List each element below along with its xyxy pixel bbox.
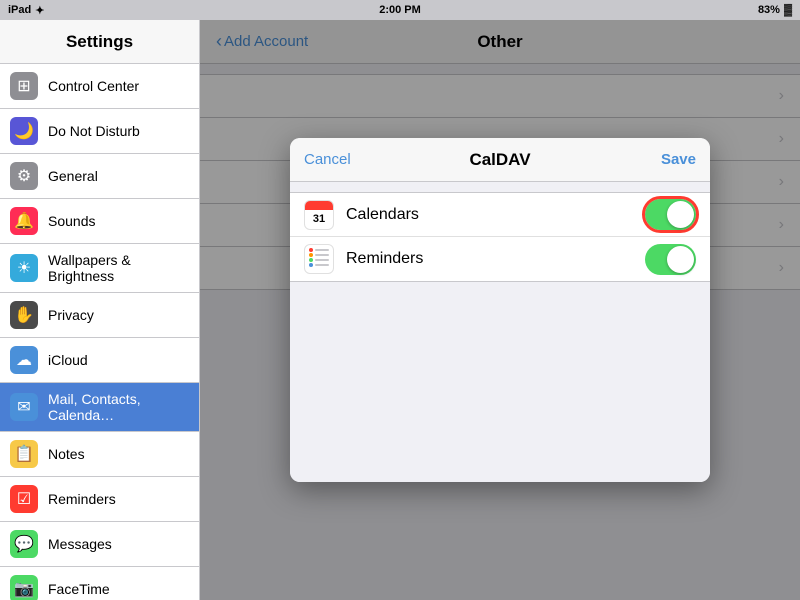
sidebar: Settings ⊞ Control Center 🌙 Do Not Distu… xyxy=(0,20,200,600)
status-time: 2:00 PM xyxy=(379,4,421,16)
reminders-app-icon xyxy=(304,244,334,274)
toggle-row-calendars: 31 Calendars xyxy=(290,193,710,237)
reminder-bar-3 xyxy=(315,259,329,261)
privacy-icon: ✋ xyxy=(10,301,38,329)
reminders-label: Reminders xyxy=(346,250,645,268)
modal-header: Cancel CalDAV Save xyxy=(290,138,710,182)
calendars-label: Calendars xyxy=(346,206,645,224)
sidebar-item-facetime[interactable]: 📷 FaceTime xyxy=(0,567,199,600)
cal-icon-body: 31 xyxy=(305,210,333,229)
caldav-modal: Cancel CalDAV Save 31 Calendars xyxy=(290,138,710,482)
facetime-icon: 📷 xyxy=(10,575,38,600)
battery-icon: ▓ xyxy=(784,4,792,16)
mail-icon: ✉ xyxy=(10,393,38,421)
calendars-app-icon: 31 xyxy=(304,200,334,230)
status-ipad-label: iPad xyxy=(8,4,31,16)
sidebar-label-sounds: Sounds xyxy=(48,213,95,229)
general-icon: ⚙ xyxy=(10,162,38,190)
reminder-line-2 xyxy=(309,253,329,256)
status-bar: iPad ✦ 2:00 PM 83% ▓ xyxy=(0,0,800,20)
sidebar-item-privacy[interactable]: ✋ Privacy xyxy=(0,293,199,338)
calendars-toggle-knob xyxy=(667,201,694,228)
wallpaper-icon: ☀ xyxy=(10,254,38,282)
modal-overlay: Cancel CalDAV Save 31 Calendars xyxy=(200,20,800,600)
sidebar-label-control-center: Control Center xyxy=(48,78,139,94)
sidebar-label-reminders: Reminders xyxy=(48,491,116,507)
status-left: iPad ✦ xyxy=(8,4,44,17)
sounds-icon: 🔔 xyxy=(10,207,38,235)
reminder-bar-2 xyxy=(315,254,329,256)
reminder-dot-4 xyxy=(309,263,313,267)
sidebar-item-do-not-disturb[interactable]: 🌙 Do Not Disturb xyxy=(0,109,199,154)
main-layout: Settings ⊞ Control Center 🌙 Do Not Distu… xyxy=(0,20,800,600)
cal-icon-header xyxy=(305,201,333,210)
control-center-icon: ⊞ xyxy=(10,72,38,100)
sidebar-title: Settings xyxy=(0,20,199,64)
sidebar-label-notes: Notes xyxy=(48,446,85,462)
sidebar-item-general[interactable]: ⚙ General xyxy=(0,154,199,199)
sidebar-item-reminders[interactable]: ☑ Reminders xyxy=(0,477,199,522)
reminders-toggle-knob xyxy=(667,246,694,273)
sidebar-label-general: General xyxy=(48,168,98,184)
sidebar-item-sounds[interactable]: 🔔 Sounds xyxy=(0,199,199,244)
modal-title: CalDAV xyxy=(469,150,530,170)
messages-icon: 💬 xyxy=(10,530,38,558)
sidebar-item-mail[interactable]: ✉ Mail, Contacts, Calenda… xyxy=(0,383,199,432)
toggle-row-reminders: Reminders xyxy=(290,237,710,281)
battery-label: 83% xyxy=(758,4,780,16)
reminder-dot-3 xyxy=(309,258,313,262)
reminder-dot-2 xyxy=(309,253,313,257)
sidebar-label-mail: Mail, Contacts, Calenda… xyxy=(48,391,189,423)
reminder-dot-1 xyxy=(309,248,313,252)
sidebar-label-wallpaper: Wallpapers & Brightness xyxy=(48,252,189,284)
modal-save-button[interactable]: Save xyxy=(661,151,696,168)
sidebar-label-privacy: Privacy xyxy=(48,307,94,323)
reminder-bar-1 xyxy=(315,249,329,251)
modal-body: 31 Calendars xyxy=(290,182,710,482)
wifi-icon: ✦ xyxy=(35,4,44,17)
sidebar-item-wallpaper[interactable]: ☀ Wallpapers & Brightness xyxy=(0,244,199,293)
reminder-line-3 xyxy=(309,258,329,261)
sidebar-item-icloud[interactable]: ☁ iCloud xyxy=(0,338,199,383)
sidebar-label-do-not-disturb: Do Not Disturb xyxy=(48,123,140,139)
sidebar-label-facetime: FaceTime xyxy=(48,581,110,597)
sidebar-label-icloud: iCloud xyxy=(48,352,88,368)
reminder-line-4 xyxy=(309,263,329,266)
reminder-line-1 xyxy=(309,248,329,251)
notes-icon: 📋 xyxy=(10,440,38,468)
sidebar-item-control-center[interactable]: ⊞ Control Center xyxy=(0,64,199,109)
sidebar-item-notes[interactable]: 📋 Notes xyxy=(0,432,199,477)
calendars-toggle[interactable] xyxy=(645,199,696,230)
toggle-section: 31 Calendars xyxy=(290,192,710,282)
sidebar-label-messages: Messages xyxy=(48,536,112,552)
reminders-toggle[interactable] xyxy=(645,244,696,275)
modal-cancel-button[interactable]: Cancel xyxy=(304,151,351,168)
reminders-icon-sidebar: ☑ xyxy=(10,485,38,513)
reminder-bar-4 xyxy=(315,264,329,266)
right-pane: ‹ Add Account Other › › › xyxy=(200,20,800,600)
status-right: 83% ▓ xyxy=(758,4,792,16)
icloud-icon: ☁ xyxy=(10,346,38,374)
do-not-disturb-icon: 🌙 xyxy=(10,117,38,145)
sidebar-item-messages[interactable]: 💬 Messages xyxy=(0,522,199,567)
